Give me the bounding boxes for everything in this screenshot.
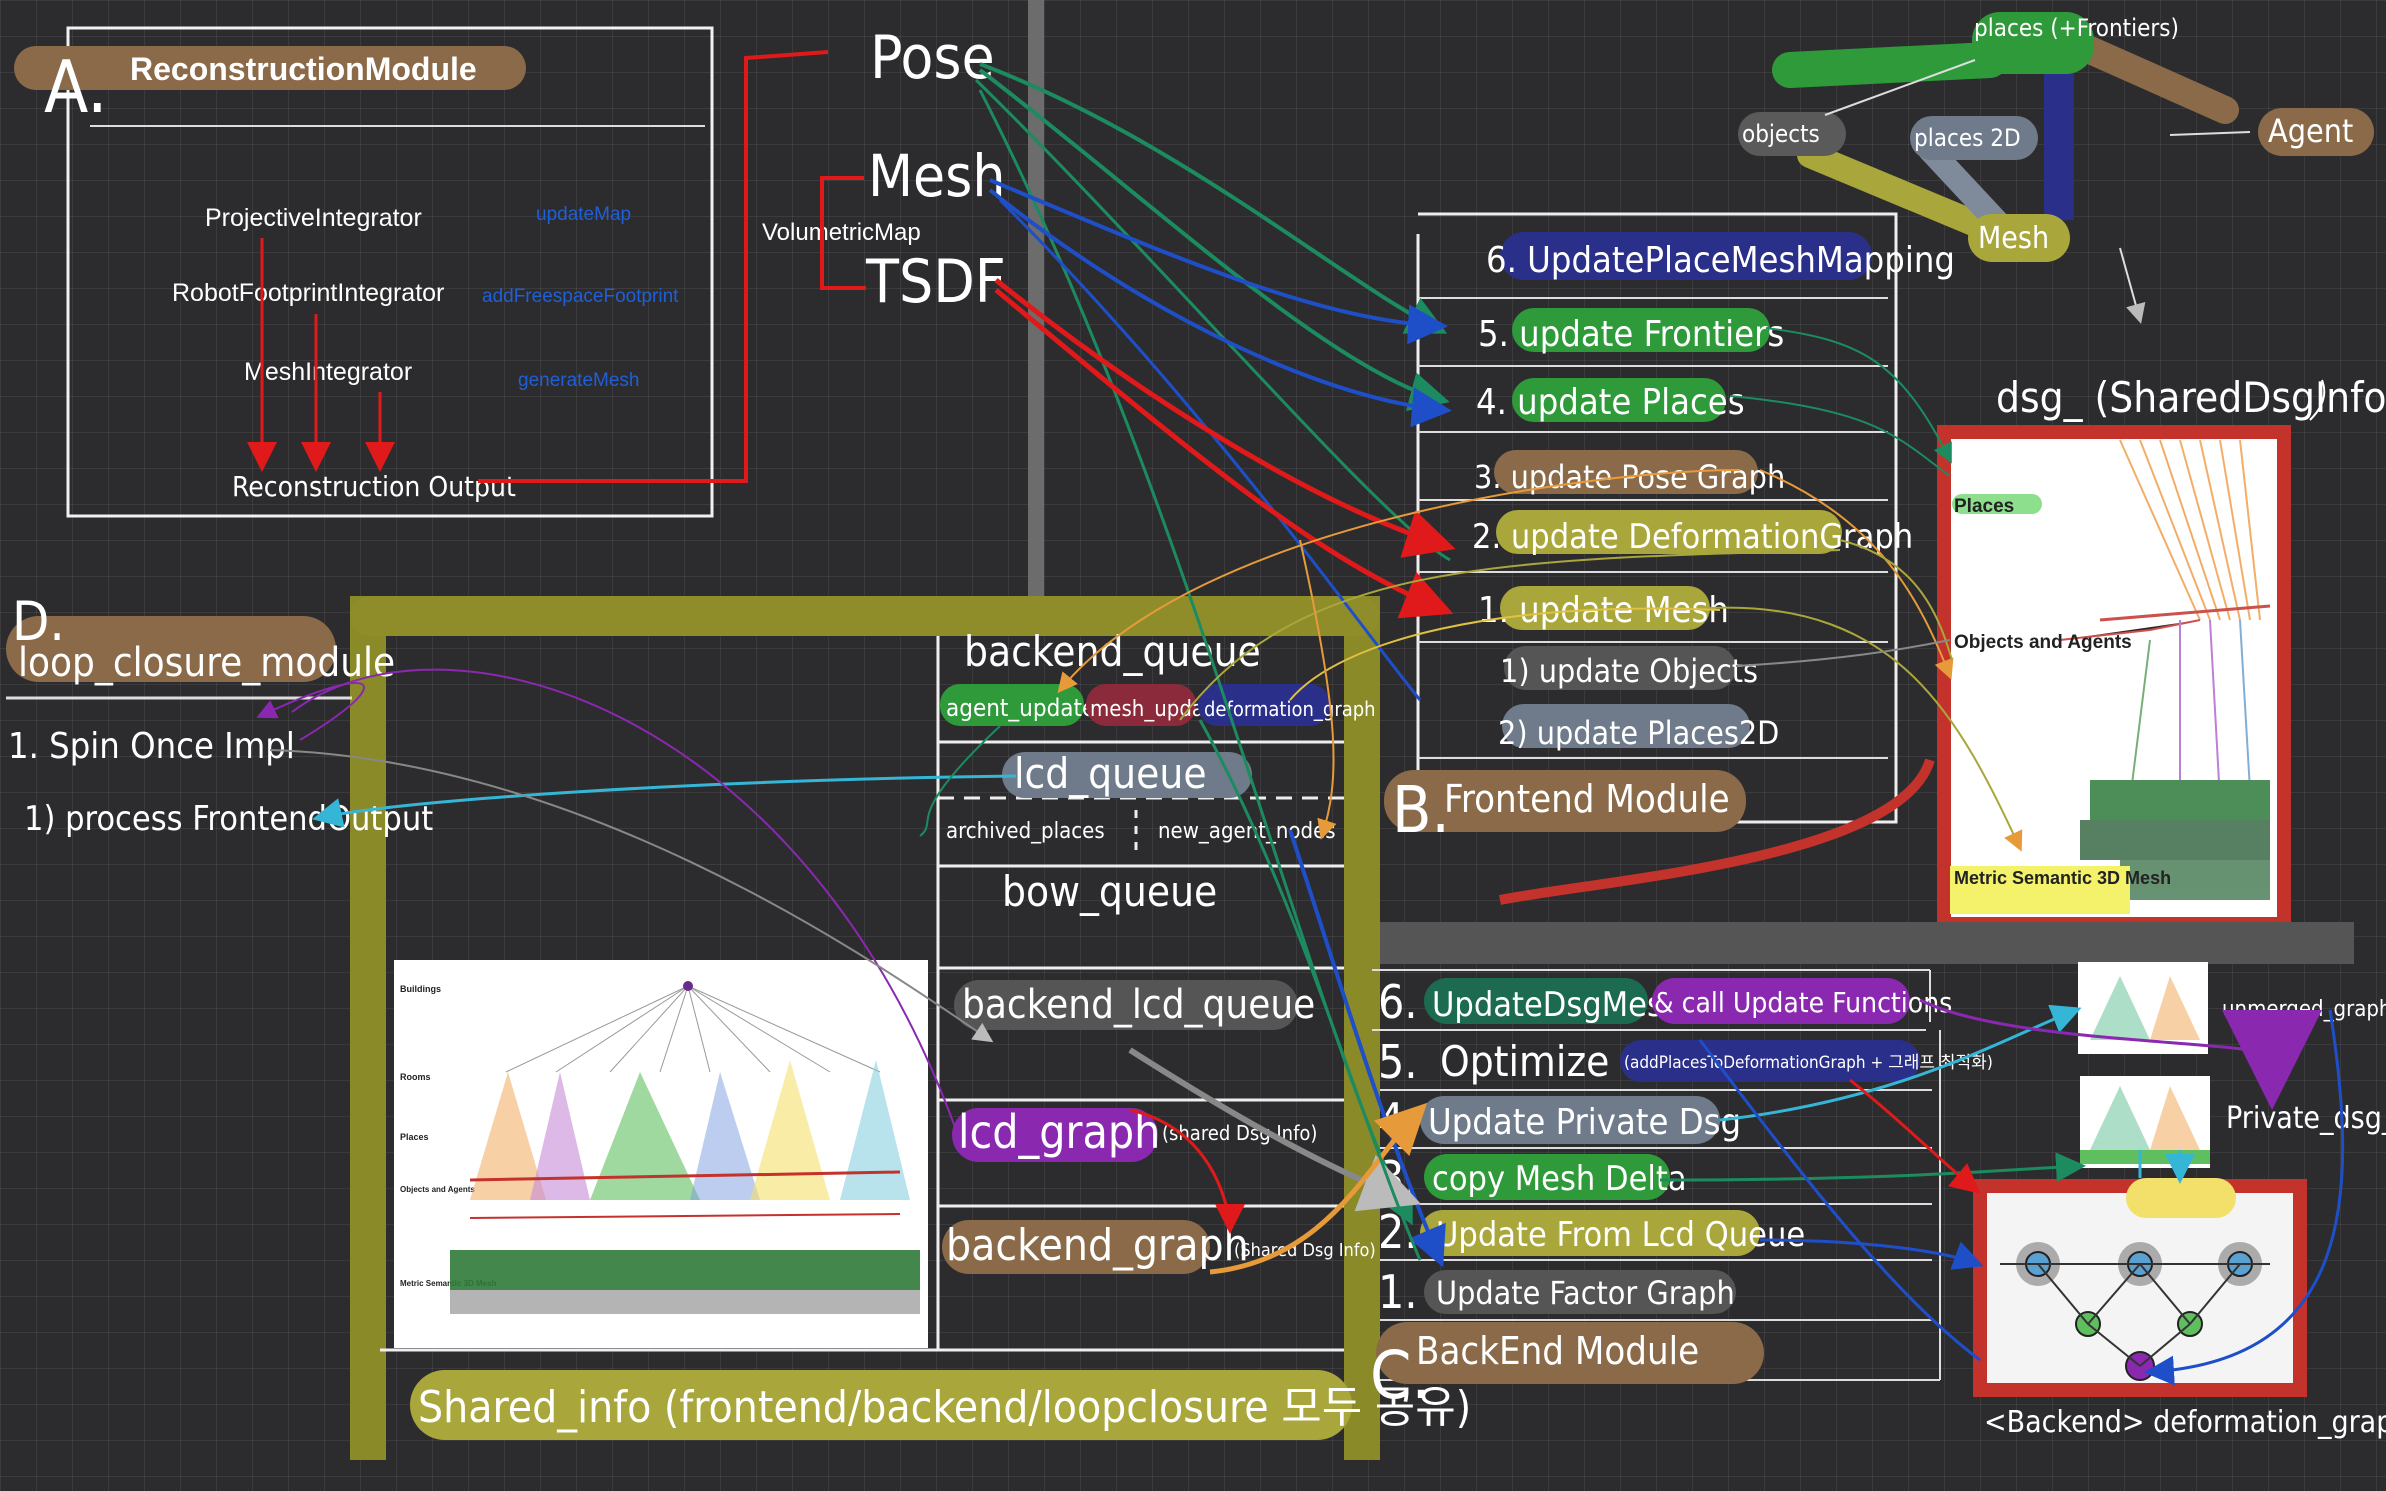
lcd-graph-note: (shared Dsg Info) (1162, 1121, 1317, 1145)
loop-step-1: 1. Spin Once Impl (8, 726, 295, 767)
backend-graph-note: (Shared Dsg Info) (1234, 1240, 1376, 1261)
be-step-6-extra: & call Update Functions (1654, 986, 1952, 1019)
node-places2d: places 2D (1914, 124, 2021, 152)
queue-bow: bow_queue (1002, 867, 1217, 916)
thumb-rooms: Rooms (400, 1072, 431, 1082)
method-generatemesh: generateMesh (518, 370, 639, 391)
dsg-panel: dsg_ (SharedDsgInfo) Places Objects and … (1937, 373, 2386, 931)
fe-substep-objects: 1) update Objects (1500, 652, 1758, 690)
fe-step-4: 4. update Places (1476, 382, 1745, 423)
method-footprint: addFreespaceFootprint (482, 286, 679, 307)
be-step-5: Optimize (1440, 1037, 1609, 1086)
thumb-places: Places (400, 1132, 429, 1142)
be-step-3: copy Mesh Delta (1432, 1159, 1687, 1199)
separator-band (1364, 922, 2354, 964)
deformation-graph-caption: <Backend> deformation_graph (1984, 1405, 2386, 1440)
lcd-graph: lcd_graph (958, 1105, 1160, 1159)
queue-backend: backend_queue (964, 627, 1261, 676)
node-mesh: Mesh (1978, 221, 2049, 256)
architecture-diagram: A. ReconstructionModule ProjectiveIntegr… (6, 0, 2386, 1460)
frontend-module: 6. UpdatePlaceMeshMapping 5. update Fron… (1384, 212, 1955, 848)
bq-agent-updates: agent_updates (946, 694, 1107, 722)
queue-lcd: lcd_queue (1014, 749, 1207, 798)
node-objects: objects (1742, 120, 1820, 148)
output-tsdf: TSDF (865, 247, 1006, 317)
fe-substep-places2d: 2) update Places2D (1498, 714, 1779, 752)
dsg-thumbnail: Buildings Rooms Places Objects and Agent… (394, 960, 928, 1348)
backend-graph: backend_graph (946, 1220, 1249, 1271)
be-step-2: Update From Lcd Queue (1436, 1215, 1805, 1255)
dsg-layer-mesh: Metric Semantic 3D Mesh (1954, 868, 2171, 888)
node-places: places (+Frontiers) (1974, 14, 2179, 42)
fe-step-2: 2. update DeformationGraph (1472, 517, 1913, 557)
lcd-archived-places: archived_places (946, 819, 1105, 844)
lcd-new-agent-nodes: new_agent_nodes (1158, 819, 1336, 844)
loop-substep-1: 1) process FrontendOutput (24, 799, 433, 839)
thumb-objects: Objects and Agents (400, 1185, 475, 1194)
shared-info-label: Shared_info (frontend/backend/loopclosur… (418, 1382, 1471, 1433)
be-step-4: Update Private Dsg (1428, 1102, 1741, 1143)
volumetric-map: VolumetricMap (762, 219, 921, 246)
unmerged-graph-label: unmerged_graph (2222, 997, 2386, 1022)
integrator-footprint: RobotFootprintIntegrator (172, 279, 444, 307)
private-dsg-label: Private_dsg_ (2226, 1101, 2386, 1136)
be-step-1-num: 1. (1378, 1265, 1417, 1319)
integrator-mesh: MeshIntegrator (244, 358, 412, 386)
node-agent: Agent (2268, 112, 2353, 150)
recon-output: Reconstruction Output (232, 470, 516, 503)
recon-letter: A. (44, 45, 108, 129)
recon-title: ReconstructionModule (130, 51, 477, 87)
fe-step-6: 6. UpdatePlaceMeshMapping (1486, 240, 1955, 281)
frontend-letter: B. (1392, 774, 1450, 848)
frontend-title: Frontend Module (1444, 777, 1730, 821)
reconstruction-module: A. ReconstructionModule ProjectiveIntegr… (14, 23, 1006, 518)
output-pose: Pose (870, 23, 995, 93)
dsg-layer-places: Places (1954, 496, 2014, 517)
backend-title: BackEnd Module (1416, 1329, 1699, 1373)
output-mesh: Mesh (868, 142, 1005, 210)
method-updatemap: updateMap (536, 204, 631, 225)
queue-backend-lcd: backend_lcd_queue (962, 982, 1315, 1028)
be-step-6-num: 6. (1378, 975, 1417, 1029)
dsg-title: dsg_ (SharedDsgInfo) (1996, 373, 2386, 422)
dsg-layer-objects: Objects and Agents (1954, 632, 2132, 653)
integrator-projective: ProjectiveIntegrator (205, 204, 422, 232)
thumb-buildings: Buildings (400, 984, 441, 994)
be-step-2-num: 2. (1378, 1205, 1417, 1259)
fe-step-5: 5. update Frontiers (1478, 314, 1784, 355)
backend-module: 6. UpdateDsgMesh & call Update Functions… (1370, 969, 1993, 1414)
be-step-5-num: 5. (1378, 1035, 1417, 1089)
be-step-1: Update Factor Graph (1436, 1274, 1735, 1312)
loop-title: loop_closure_module (18, 640, 395, 686)
fe-step-1: 1. update Mesh (1478, 590, 1729, 631)
be-step-6: UpdateDsgMesh (1432, 985, 1682, 1025)
